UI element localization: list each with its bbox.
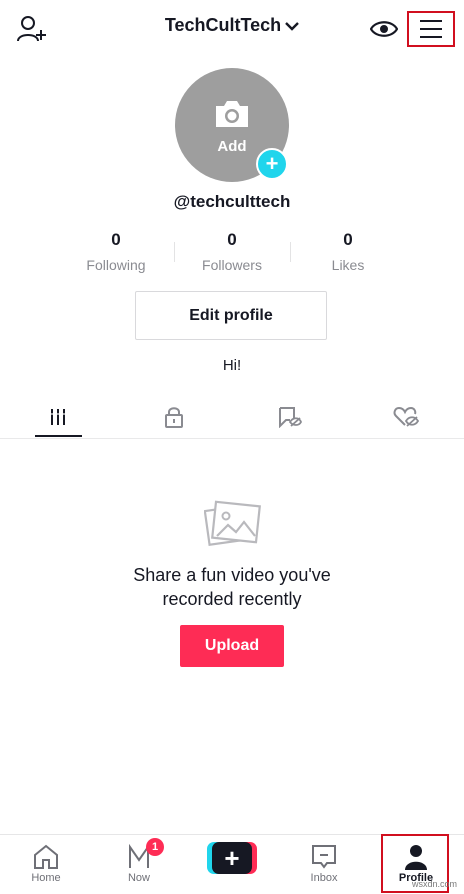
stat-value: 0 [111,230,121,249]
tab-videos[interactable] [0,395,116,438]
add-photo-button[interactable]: + [256,148,288,180]
notification-badge: 1 [146,838,164,856]
stat-divider [174,242,175,262]
eye-icon [370,21,398,37]
active-tab-indicator [35,435,82,437]
menu-button[interactable] [407,11,455,47]
inbox-icon [312,845,336,869]
stat-following[interactable]: 0 Following [58,229,174,279]
content-tabs [0,395,464,439]
tab-tagged[interactable] [232,395,348,438]
plus-icon: + [265,151,279,176]
stat-label: Following [86,257,146,273]
stat-value: 0 [227,230,237,249]
nav-label: Home [31,872,61,884]
empty-state-line-2: recorded recently [162,589,302,609]
tag-hidden-icon [279,406,302,428]
profile-bio: Hi! [222,357,242,374]
nav-label: Inbox [310,872,338,884]
lock-private-icon [165,406,183,428]
edit-profile-button[interactable]: Edit profile [135,291,327,340]
watermark: wsxdn.com [412,879,458,889]
nav-home[interactable]: Home [0,835,92,894]
top-bar: TechCultTech [0,0,464,58]
profile-views-button[interactable] [368,16,400,42]
empty-state-line-1: Share a fun video you've [133,565,331,585]
chevron-down-icon [285,21,300,31]
grid-videos-icon [50,408,66,425]
upload-button[interactable]: Upload [180,625,284,667]
tab-private[interactable] [116,395,232,438]
nav-now[interactable]: Now [93,835,185,894]
account-title: TechCultTech [164,15,282,35]
nav-label: Now [127,872,150,884]
empty-state-message: Share a fun video you've recorded recent… [0,563,464,611]
nav-inbox[interactable]: Inbox [278,835,370,894]
home-icon [34,844,58,869]
liked-hidden-icon [393,406,419,427]
stat-divider [290,242,291,262]
tab-liked[interactable] [348,395,464,438]
camera-icon [216,101,248,127]
hamburger-menu-icon [420,20,442,38]
stat-likes[interactable]: 0 Likes [290,229,406,279]
stat-value: 0 [343,230,353,249]
stat-label: Followers [202,257,262,273]
create-plus-icon: + [212,842,252,874]
profile-handle: @techculttech [173,192,291,211]
photo-placeholder-icon [204,500,261,546]
stat-label: Likes [331,257,365,273]
profile-stats: 0 Following 0 Followers 0 Likes [58,229,406,279]
create-video-button[interactable]: + [207,842,257,874]
stat-followers[interactable]: 0 Followers [174,229,290,279]
